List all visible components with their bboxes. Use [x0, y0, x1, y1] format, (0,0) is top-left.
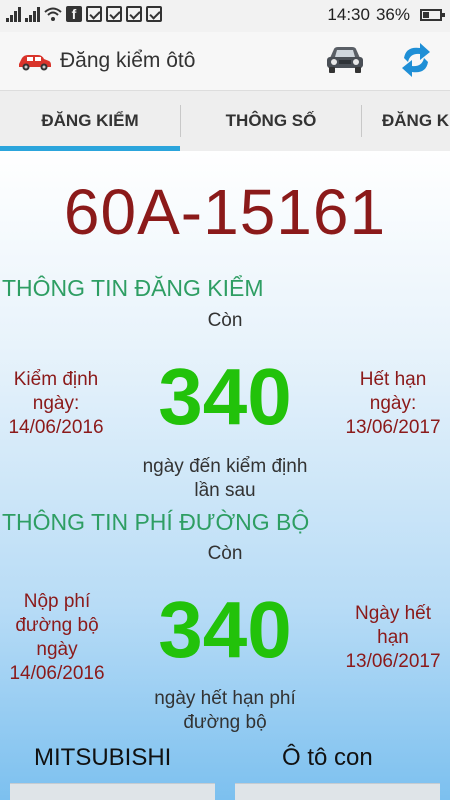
- bottom-button-right[interactable]: [235, 783, 440, 800]
- signal-icon-2: [25, 6, 40, 22]
- road-fee-note-1: ngày hết hạn phí: [154, 688, 296, 709]
- car-icon[interactable]: [324, 44, 366, 76]
- road-fee-note-2: đường bộ: [183, 712, 267, 733]
- inspection-expiry-block: Hết hạn ngày: 13/06/2017: [336, 368, 450, 440]
- wifi-icon: [44, 7, 62, 21]
- tab-dang-k[interactable]: ĐĂNG K: [362, 91, 450, 151]
- check-bag-icon: [86, 6, 102, 22]
- vehicle-brand: MITSUBISHI: [34, 744, 172, 771]
- tab-bar: ĐĂNG KIỂM THÔNG SỐ ĐĂNG K: [0, 91, 450, 151]
- tab-thong-so[interactable]: THÔNG SỐ: [181, 91, 361, 151]
- status-bar: f 14:30 36%: [0, 0, 450, 32]
- vehicle-type: Ô tô con: [282, 744, 373, 771]
- inspection-remaining-label: Còn: [207, 310, 243, 331]
- road-fee-title: THÔNG TIN PHÍ ĐƯỜNG BỘ: [2, 509, 310, 535]
- road-fee-remaining-label: Còn: [207, 543, 243, 564]
- check-bag-icon: [106, 6, 122, 22]
- inspection-expiry-date: 13/06/2017: [345, 417, 441, 438]
- app-car-icon: [19, 55, 51, 71]
- bottom-button-left[interactable]: [10, 783, 215, 800]
- battery-icon: [420, 9, 445, 21]
- app-bar: Đăng kiểm ôtô: [0, 32, 450, 91]
- status-right: 14:30 36%: [327, 5, 445, 25]
- app-title: Đăng kiểm ôtô: [60, 49, 196, 72]
- clock: 14:30: [327, 5, 370, 24]
- check-bag-icon: [146, 6, 162, 22]
- inspection-right-label-1: Hết hạn: [359, 369, 427, 390]
- refresh-icon[interactable]: [396, 40, 436, 80]
- inspection-note: ngày đến kiểm định lần sau: [0, 455, 450, 503]
- facebook-icon: f: [66, 6, 82, 22]
- road-fee-expiry-date: 13/06/2017: [345, 651, 441, 672]
- main-content: 60A-15161 THÔNG TIN ĐĂNG KIỂM Còn Kiểm đ…: [0, 151, 450, 800]
- signal-icon: [6, 6, 21, 22]
- inspection-note-1: ngày đến kiểm định: [142, 456, 308, 477]
- license-plate: 60A-15161: [63, 176, 387, 248]
- battery-percent: 36%: [375, 5, 410, 24]
- inspection-title: THÔNG TIN ĐĂNG KIỂM: [2, 275, 264, 301]
- road-fee-note: ngày hết hạn phí đường bộ: [0, 687, 450, 735]
- road-fee-right-label-2: hạn: [377, 627, 409, 648]
- inspection-note-2: lần sau: [194, 480, 256, 501]
- check-bag-icon: [126, 6, 142, 22]
- tab-dang-kiem[interactable]: ĐĂNG KIỂM: [0, 91, 180, 151]
- road-fee-expiry-block: Ngày hết hạn 13/06/2017: [336, 602, 450, 674]
- inspection-right-label-2: ngày:: [369, 393, 417, 414]
- road-fee-right-label-1: Ngày hết: [354, 603, 432, 624]
- status-icons: f: [6, 6, 162, 22]
